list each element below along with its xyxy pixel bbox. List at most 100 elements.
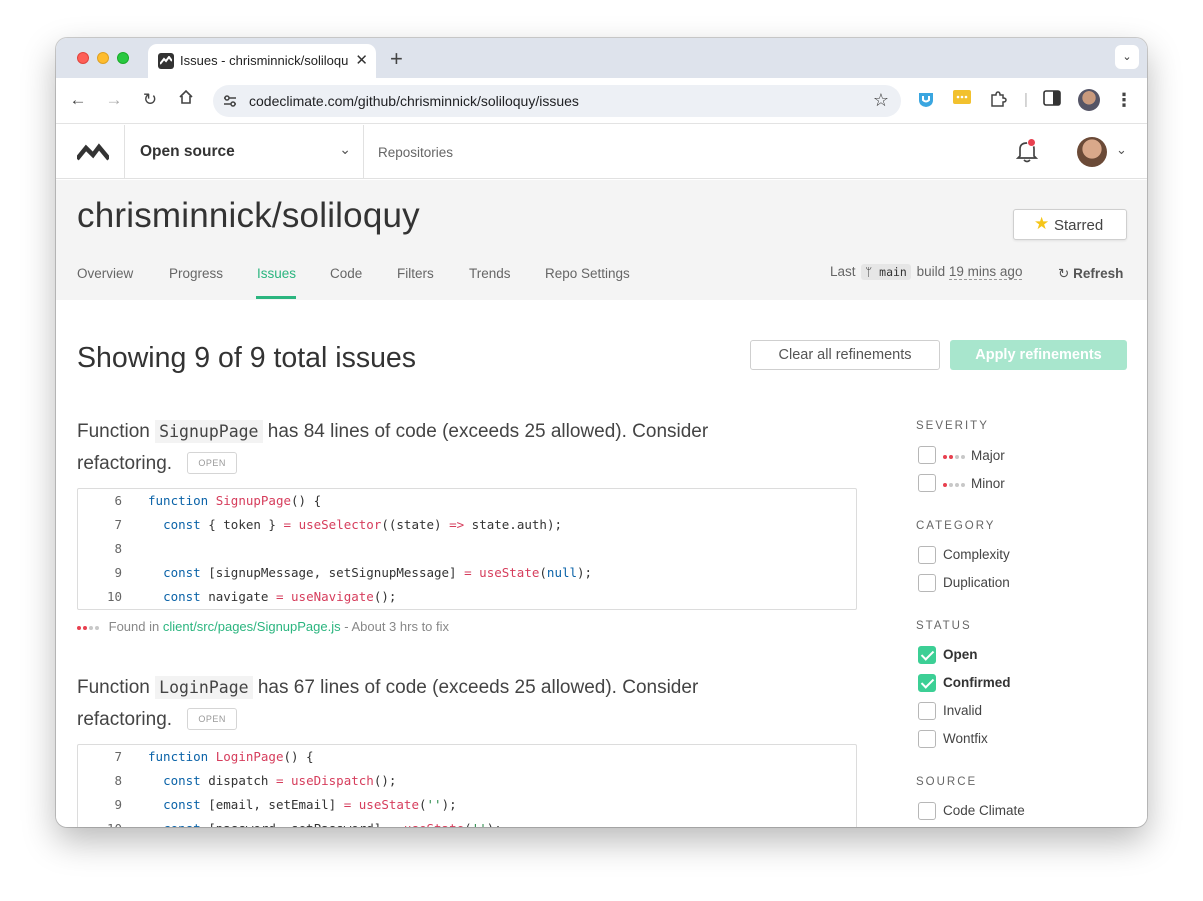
- branch-icon: ᛘ: [865, 265, 873, 279]
- severity-minor-dots-icon: [943, 474, 967, 492]
- codeclimate-logo-icon[interactable]: [77, 141, 109, 161]
- refresh-button[interactable]: ↻ Refresh: [1058, 266, 1123, 282]
- password-extension-icon[interactable]: [952, 90, 972, 110]
- issue-prefix: Function: [77, 677, 150, 698]
- browser-tab[interactable]: Issues - chrisminnick/soliloquy ✕: [148, 44, 376, 78]
- repo-header: chrisminnick/soliloquy ★ Starred Overvie…: [56, 180, 1147, 300]
- code-line: 10 const [password, setPassword] = useSt…: [78, 817, 856, 827]
- chevron-down-icon: ⌄: [339, 141, 351, 157]
- tab-search-chevron-icon[interactable]: ⌄: [1115, 45, 1139, 69]
- tab-overview[interactable]: Overview: [77, 266, 133, 281]
- checkbox[interactable]: [918, 446, 936, 464]
- line-number: 9: [114, 797, 122, 812]
- forward-icon[interactable]: →: [103, 89, 125, 111]
- org-selector[interactable]: Open source ⌄: [124, 125, 364, 179]
- tab-title: Issues - chrisminnick/soliloquy: [180, 53, 348, 68]
- tab-repo-settings[interactable]: Repo Settings: [545, 266, 630, 281]
- tab-issues[interactable]: Issues: [257, 266, 296, 281]
- issue-title[interactable]: Function SignupPage has 84 lines of code…: [77, 416, 767, 480]
- app-header: Open source ⌄ Repositories ⌄: [56, 125, 1147, 179]
- starred-label: Starred: [1054, 217, 1104, 234]
- tab-filters[interactable]: Filters: [397, 266, 434, 281]
- starred-button[interactable]: ★ Starred: [1013, 209, 1127, 240]
- browser-window: Issues - chrisminnick/soliloquy ✕ + ⌄ ← …: [56, 38, 1147, 827]
- issues-count-heading: Showing 9 of 9 total issues: [77, 342, 417, 374]
- checkbox[interactable]: [918, 802, 936, 820]
- branch-name: main: [879, 265, 907, 279]
- status-badge: OPEN: [187, 452, 237, 474]
- filter-label: Major: [943, 446, 1005, 465]
- minimize-window-button[interactable]: [97, 52, 109, 64]
- user-avatar[interactable]: [1077, 137, 1107, 167]
- line-number: 7: [114, 517, 122, 532]
- status-badge: OPEN: [187, 708, 237, 730]
- issue-description: has 67 lines of code (exceeds 25 allowed…: [257, 677, 699, 698]
- line-number: 10: [106, 589, 122, 604]
- clear-refinements-button[interactable]: Clear all refinements: [750, 340, 940, 370]
- issue-function-name: SignupPage: [155, 420, 263, 443]
- filter-label: Complexity: [943, 547, 1010, 562]
- bookmark-star-icon[interactable]: ☆: [873, 90, 889, 111]
- code-line: 9 const [email, setEmail] = useState('')…: [78, 793, 856, 817]
- user-menu-chevron-icon[interactable]: ⌄: [1116, 142, 1127, 158]
- issue-title[interactable]: Function LoginPage has 67 lines of code …: [77, 672, 767, 736]
- filter-label: Invalid: [943, 703, 983, 718]
- checkbox[interactable]: [918, 474, 936, 492]
- home-icon[interactable]: [175, 89, 197, 111]
- profile-avatar[interactable]: [1078, 89, 1100, 111]
- checkbox[interactable]: [918, 546, 936, 564]
- close-window-button[interactable]: [77, 52, 89, 64]
- code-line: 10 const navigate = useNavigate();: [78, 585, 856, 609]
- checkbox[interactable]: [918, 730, 936, 748]
- close-tab-icon[interactable]: ✕: [355, 51, 368, 69]
- ublock-extension-icon[interactable]: [916, 90, 936, 110]
- build-word: build: [916, 264, 946, 279]
- checkbox-checked[interactable]: [918, 674, 936, 692]
- org-name: Open source: [140, 143, 235, 160]
- side-panel-icon[interactable]: [1042, 90, 1062, 110]
- filter-label: Open: [943, 647, 978, 662]
- issue-description-end: refactoring.: [77, 453, 173, 474]
- branch-badge: ᛘ main: [861, 264, 911, 280]
- code-line: 7 function LoginPage() {: [78, 745, 856, 769]
- build-info: Last ᛘ main build 19 mins ago: [830, 264, 1023, 280]
- code-line: 7 const { token } = useSelector((state) …: [78, 513, 856, 537]
- back-icon[interactable]: ←: [67, 89, 89, 111]
- line-number: 6: [114, 493, 122, 508]
- browser-menu-icon[interactable]: ⋮: [1114, 90, 1134, 110]
- code-line: 8 const dispatch = useDispatch();: [78, 769, 856, 793]
- repo-title: chrisminnick/soliloquy: [77, 196, 420, 235]
- zoom-window-button[interactable]: [117, 52, 129, 64]
- severity-major-dots-icon: [943, 446, 967, 464]
- star-icon: ★: [1034, 214, 1050, 233]
- line-number: 8: [114, 541, 122, 556]
- build-time[interactable]: 19 mins ago: [948, 264, 1023, 280]
- apply-refinements-button[interactable]: Apply refinements: [950, 340, 1127, 370]
- browser-toolbar: ← → ↻ codeclimate.com/github/chrisminnic…: [56, 78, 1147, 124]
- fix-time: - About 3 hrs to fix: [344, 619, 450, 634]
- site-settings-icon[interactable]: [222, 93, 238, 109]
- tab-trends[interactable]: Trends: [469, 266, 511, 281]
- line-number: 10: [78, 817, 122, 827]
- reload-icon[interactable]: ↻: [139, 89, 161, 111]
- code-line: 8: [78, 537, 856, 561]
- file-path-link[interactable]: client/src/pages/SignupPage.js: [163, 619, 341, 634]
- toolbar-divider: |: [1024, 91, 1028, 108]
- tab-progress[interactable]: Progress: [169, 266, 223, 281]
- refresh-label: Refresh: [1073, 266, 1124, 281]
- checkbox[interactable]: [918, 702, 936, 720]
- repositories-link[interactable]: Repositories: [378, 145, 453, 160]
- tab-code[interactable]: Code: [330, 266, 362, 281]
- new-tab-icon[interactable]: +: [390, 46, 403, 72]
- checkbox[interactable]: [918, 574, 936, 592]
- filter-label: Code Climate: [943, 803, 1025, 818]
- address-bar[interactable]: codeclimate.com/github/chrisminnick/soli…: [213, 85, 901, 117]
- url-text: codeclimate.com/github/chrisminnick/soli…: [249, 93, 579, 109]
- source-heading: SOURCE: [916, 776, 978, 788]
- checkbox-checked[interactable]: [918, 646, 936, 664]
- extensions-puzzle-icon[interactable]: [988, 90, 1008, 110]
- filter-label: Minor: [943, 474, 1005, 493]
- filter-label: Confirmed: [943, 675, 1011, 690]
- main-content: Showing 9 of 9 total issues Clear all re…: [56, 300, 1147, 827]
- line-number: 7: [114, 749, 122, 764]
